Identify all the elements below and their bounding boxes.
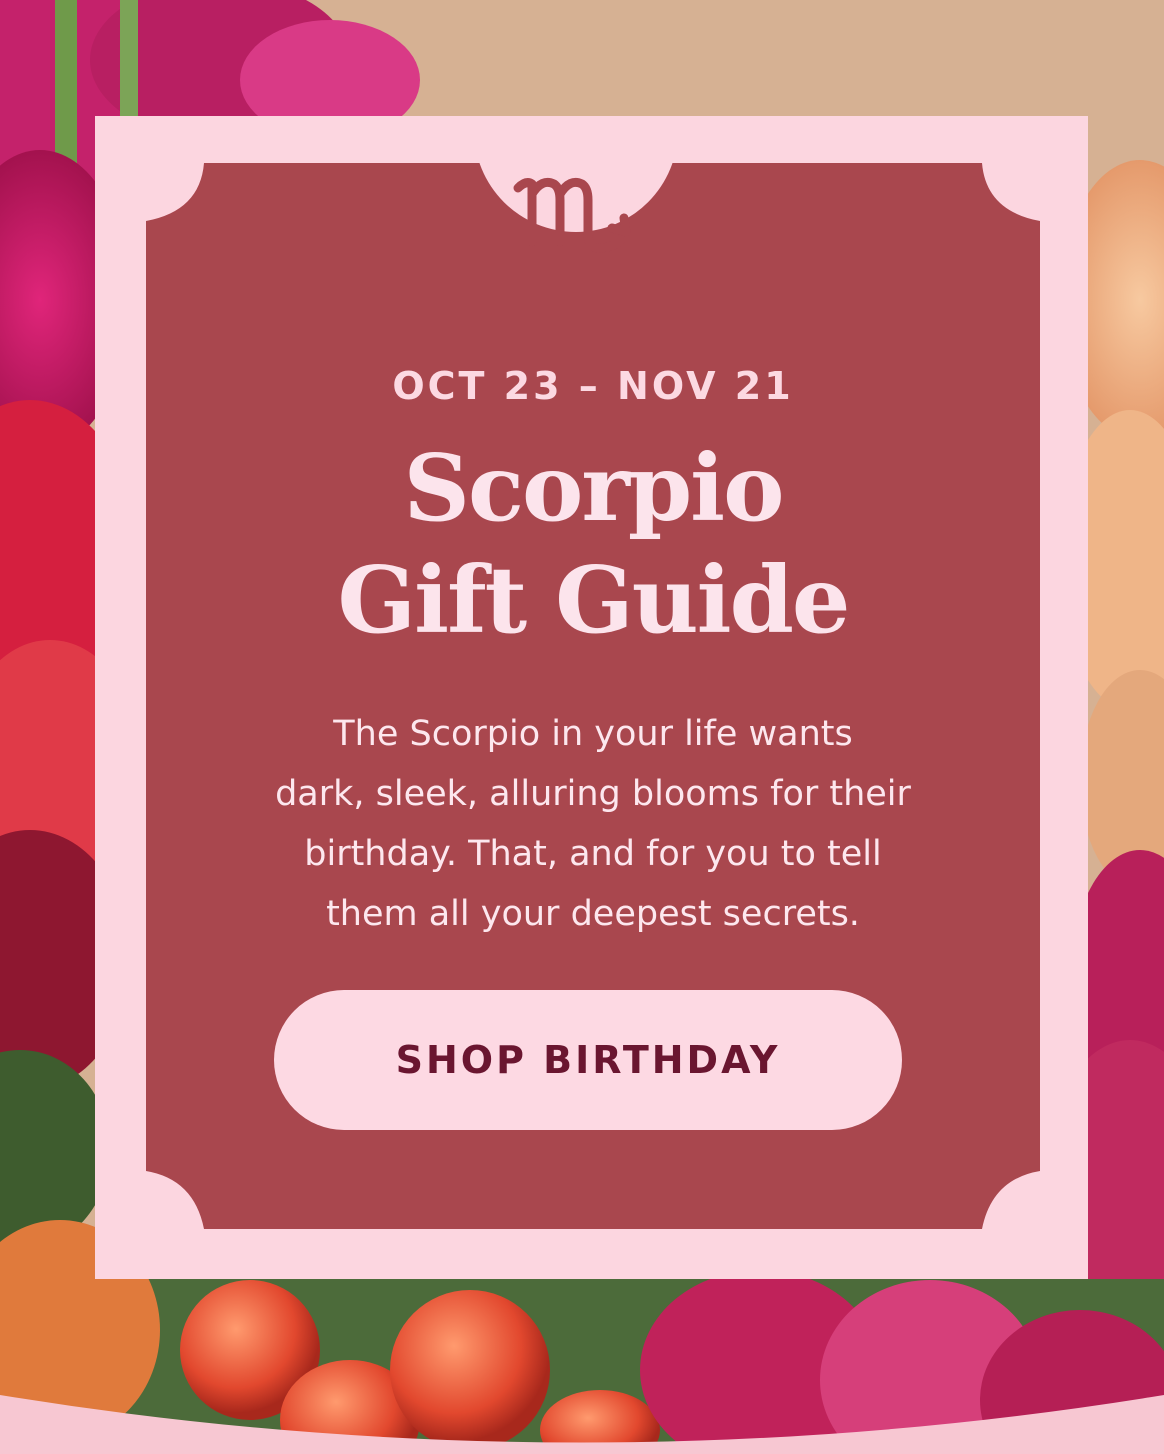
title-line-1: Scorpio xyxy=(403,434,785,542)
description-line: The Scorpio in your life wants xyxy=(333,714,853,754)
shop-birthday-button[interactable]: SHOP BIRTHDAY xyxy=(274,990,902,1130)
title-line-2: Gift Guide xyxy=(337,546,851,654)
date-range: OCT 23 – NOV 21 xyxy=(392,364,794,408)
description-line: birthday. That, and for you to tell xyxy=(304,834,882,874)
promo-description: The Scorpio in your life wants dark, sle… xyxy=(190,704,996,944)
zodiac-badge xyxy=(474,130,678,253)
description-line: them all your deepest secrets. xyxy=(326,894,860,934)
description-line: dark, sleek, alluring blooms for their xyxy=(275,774,911,814)
page-title: Scorpio Gift Guide xyxy=(146,432,1040,656)
